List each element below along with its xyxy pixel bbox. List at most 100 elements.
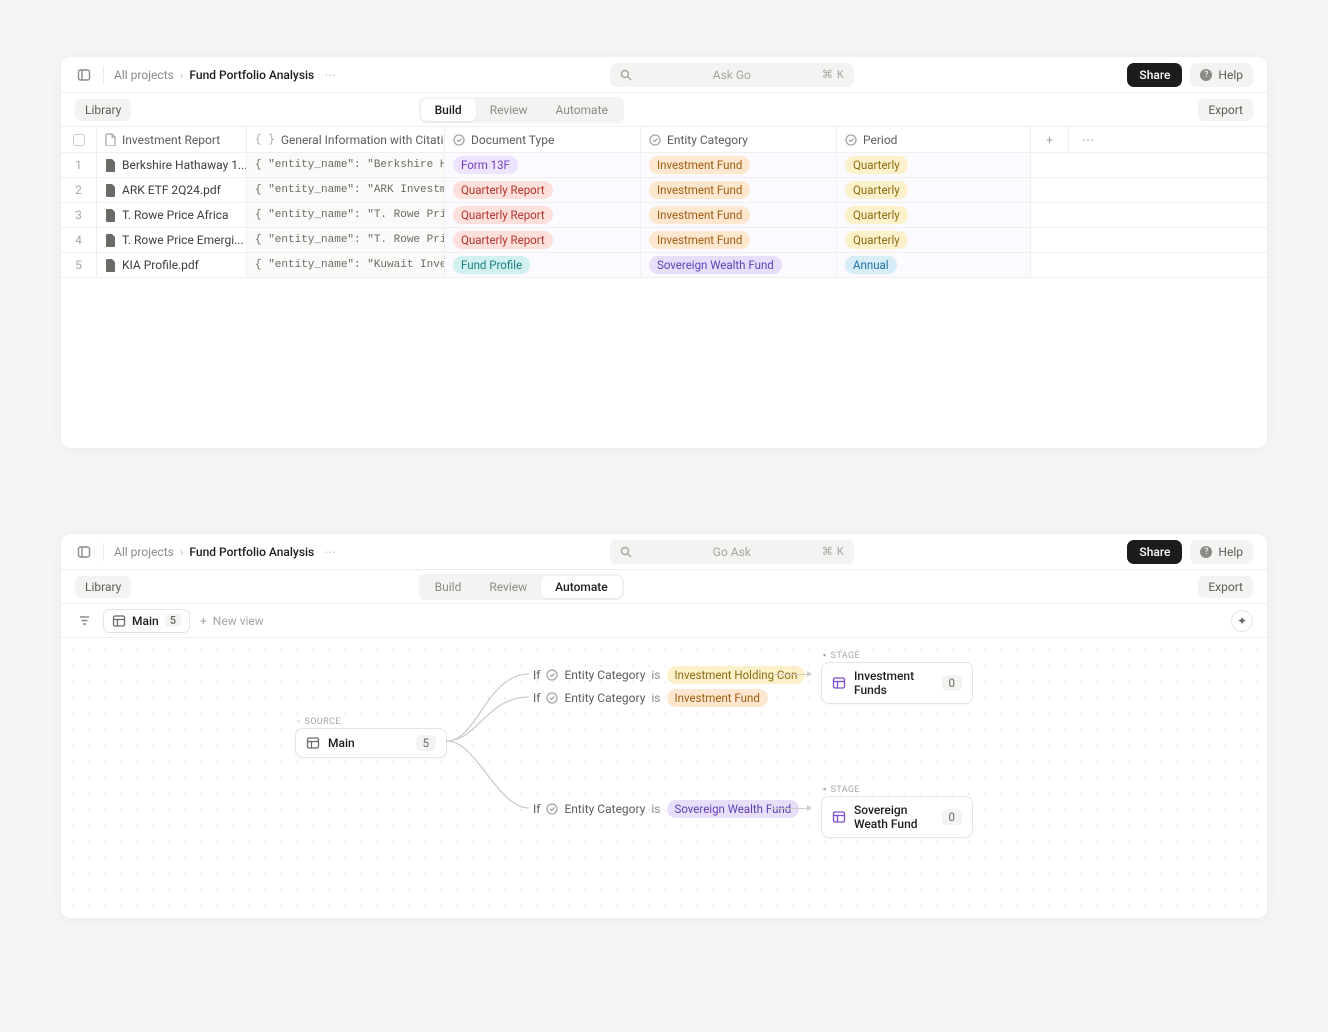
cell-file[interactable]: ARK ETF 2Q24.pdf: [97, 178, 247, 202]
cell-empty: [1031, 178, 1267, 202]
sidebar-toggle-icon[interactable]: [75, 66, 93, 84]
export-button[interactable]: Export: [1198, 576, 1253, 598]
cell-doctype[interactable]: Quarterly Report: [445, 178, 641, 202]
cell-doctype[interactable]: Quarterly Report: [445, 203, 641, 227]
cell-period[interactable]: Annual: [837, 253, 1031, 277]
cell-entity[interactable]: Sovereign Wealth Fund: [641, 253, 837, 277]
stage-label-1: ▪ STAGE: [823, 650, 860, 661]
breadcrumb-current[interactable]: Fund Portfolio Analysis: [189, 545, 314, 559]
breadcrumb-root[interactable]: All projects: [114, 68, 174, 82]
cell-json[interactable]: { "entity_name": "T. Rowe Price", "fund_…: [247, 203, 445, 227]
col-doctype[interactable]: Document Type: [445, 127, 641, 152]
stage-node-1[interactable]: Investment Funds 0: [821, 662, 973, 704]
cell-file[interactable]: T. Rowe Price Africa: [97, 203, 247, 227]
condition-2[interactable]: If Entity Category is Investment Fund: [533, 689, 768, 707]
cell-entity[interactable]: Investment Fund: [641, 178, 837, 202]
cell-entity[interactable]: Investment Fund: [641, 153, 837, 177]
table-row[interactable]: 4T. Rowe Price Emergi...{ "entity_name":…: [61, 228, 1267, 253]
automation-canvas[interactable]: ◦ SOURCE Main 5 If Entity Category is In…: [61, 638, 1267, 918]
filter-icon[interactable]: [75, 612, 93, 630]
table-row[interactable]: 3T. Rowe Price Africa{ "entity_name": "T…: [61, 203, 1267, 228]
breadcrumb-current[interactable]: Fund Portfolio Analysis: [189, 68, 314, 82]
tab-automate[interactable]: Automate: [542, 99, 622, 121]
search-icon: [620, 69, 632, 81]
cell-json[interactable]: { "entity_name": "Berkshire Hathaway Inc…: [247, 153, 445, 177]
cell-file[interactable]: T. Rowe Price Emergi...: [97, 228, 247, 252]
table-row[interactable]: 2ARK ETF 2Q24.pdf{ "entity_name": "ARK I…: [61, 178, 1267, 203]
check-circle-icon: [546, 692, 558, 704]
connector-curves: [447, 668, 531, 813]
tab-build[interactable]: Build: [421, 99, 476, 121]
sparkle-icon: ✦: [1237, 614, 1247, 628]
source-node[interactable]: Main 5: [295, 728, 447, 758]
cell-period[interactable]: Quarterly: [837, 178, 1031, 202]
more-icon: ⋯: [1082, 133, 1094, 147]
cell-file[interactable]: KIA Profile.pdf: [97, 253, 247, 277]
subbar: Library Build Review Automate Export: [61, 570, 1267, 604]
cell-doctype[interactable]: Quarterly Report: [445, 228, 641, 252]
tab-build[interactable]: Build: [421, 576, 476, 598]
cell-period[interactable]: Quarterly: [837, 228, 1031, 252]
view-main[interactable]: Main 5: [103, 609, 190, 633]
table-row[interactable]: 1Berkshire Hathaway 1...{ "entity_name":…: [61, 153, 1267, 178]
select-all[interactable]: [61, 127, 97, 152]
add-column-button[interactable]: +: [1031, 127, 1069, 152]
braces-icon: { }: [255, 134, 275, 146]
search-input[interactable]: Go Ask ⌘K: [610, 540, 854, 564]
keyboard-shortcut: ⌘K: [822, 68, 844, 81]
cell-period[interactable]: Quarterly: [837, 153, 1031, 177]
condition-1[interactable]: If Entity Category is Investment Holding…: [533, 666, 805, 684]
cell-json[interactable]: { "entity_name": "T. Rowe Price", "fund_…: [247, 228, 445, 252]
col-report[interactable]: Investment Report: [97, 127, 247, 152]
empty-area: [61, 278, 1267, 448]
table-header: Investment Report { } General Informatio…: [61, 127, 1267, 153]
table-icon: [832, 810, 846, 824]
export-button[interactable]: Export: [1198, 99, 1253, 121]
stage-node-2[interactable]: Sovereign Weath Fund 0: [821, 796, 973, 838]
share-button[interactable]: Share: [1127, 63, 1182, 87]
share-button[interactable]: Share: [1127, 540, 1182, 564]
mode-tabs: Build Review Automate: [419, 574, 624, 600]
document-icon: [105, 133, 116, 146]
breadcrumb: All projects › Fund Portfolio Analysis ⋯: [114, 545, 336, 559]
library-button[interactable]: Library: [75, 99, 131, 121]
file-icon: [105, 209, 116, 222]
sidebar-toggle-icon[interactable]: [75, 543, 93, 561]
table-more-button[interactable]: ⋯: [1069, 127, 1107, 152]
tab-review[interactable]: Review: [476, 99, 542, 121]
col-period[interactable]: Period: [837, 127, 1031, 152]
cell-doctype[interactable]: Form 13F: [445, 153, 641, 177]
arrow-icon: [771, 674, 811, 675]
cell-file[interactable]: Berkshire Hathaway 1...: [97, 153, 247, 177]
cell-empty: [1031, 203, 1267, 227]
tab-review[interactable]: Review: [475, 576, 541, 598]
library-button[interactable]: Library: [75, 576, 131, 598]
cell-json[interactable]: { "entity_name": "ARK Investment Manage.…: [247, 178, 445, 202]
table-row[interactable]: 5KIA Profile.pdf{ "entity_name": "Kuwait…: [61, 253, 1267, 278]
breadcrumb-root[interactable]: All projects: [114, 545, 174, 559]
check-circle-icon: [649, 134, 661, 146]
new-view-button[interactable]: + New view: [200, 614, 264, 628]
help-button[interactable]: ? Help: [1190, 63, 1253, 87]
cell-entity[interactable]: Investment Fund: [641, 203, 837, 227]
divider: [103, 66, 104, 84]
more-icon[interactable]: ⋯: [324, 545, 336, 559]
file-icon: [105, 259, 116, 272]
help-button[interactable]: ? Help: [1190, 540, 1253, 564]
row-number: 4: [61, 228, 97, 252]
plus-icon: +: [1046, 133, 1053, 147]
plus-icon: +: [200, 614, 207, 628]
col-general-info[interactable]: { } General Information with Citations: [247, 127, 445, 152]
cell-entity[interactable]: Investment Fund: [641, 228, 837, 252]
canvas-action-button[interactable]: ✦: [1231, 610, 1253, 632]
col-entity[interactable]: Entity Category: [641, 127, 837, 152]
more-icon[interactable]: ⋯: [324, 68, 336, 82]
tab-automate[interactable]: Automate: [541, 576, 622, 598]
check-circle-icon: [546, 669, 558, 681]
condition-3[interactable]: If Entity Category is Sovereign Wealth F…: [533, 800, 799, 818]
cell-doctype[interactable]: Fund Profile: [445, 253, 641, 277]
search-input[interactable]: Ask Go ⌘K: [610, 63, 854, 87]
row-number: 5: [61, 253, 97, 277]
cell-json[interactable]: { "entity_name": "Kuwait Investment Auth…: [247, 253, 445, 277]
cell-period[interactable]: Quarterly: [837, 203, 1031, 227]
